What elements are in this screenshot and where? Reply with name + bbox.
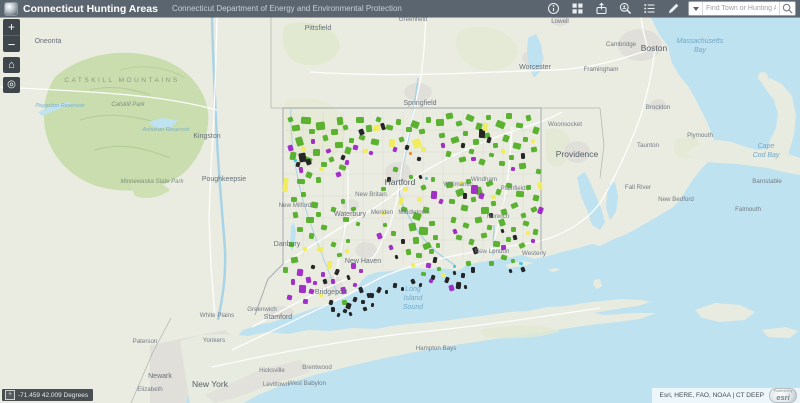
header-toolbar (546, 2, 680, 16)
layer-list-button[interactable] (642, 2, 656, 16)
search-input[interactable] (703, 3, 779, 14)
svg-text:Bay: Bay (694, 47, 707, 54)
app-subtitle: Connecticut Department of Energy and Env… (171, 4, 402, 13)
svg-text:New York: New York (192, 379, 229, 389)
svg-text:Sound: Sound (403, 304, 424, 311)
svg-text:West Babylon: West Babylon (288, 380, 327, 387)
chevron-down-icon (692, 6, 699, 11)
svg-text:Cape: Cape (758, 143, 775, 150)
svg-text:Taunton: Taunton (637, 142, 660, 149)
svg-text:Fall River: Fall River (625, 184, 651, 191)
svg-text:Greenfield: Greenfield (399, 16, 428, 23)
info-icon (547, 2, 559, 15)
svg-text:New Bedford: New Bedford (658, 196, 694, 203)
svg-text:Norwich: Norwich (487, 213, 510, 220)
search-source-dropdown[interactable] (689, 2, 703, 15)
svg-text:Minnewaska State Park: Minnewaska State Park (120, 179, 184, 185)
svg-text:Levittown: Levittown (263, 381, 290, 388)
svg-text:Long: Long (405, 286, 421, 293)
svg-text:Danbury: Danbury (274, 241, 301, 248)
svg-text:Falmouth: Falmouth (735, 206, 761, 213)
svg-text:Willimantic: Willimantic (443, 181, 473, 188)
svg-text:Poughkeepsie: Poughkeepsie (202, 176, 246, 183)
query-button[interactable] (618, 2, 632, 16)
svg-text:Worcester: Worcester (519, 64, 551, 71)
coordinate-widget[interactable]: + -71.459 42.009 Degrees (2, 389, 94, 401)
zoom-in-button[interactable]: + (3, 19, 20, 35)
svg-text:Pittsfield: Pittsfield (305, 25, 332, 32)
zoom-out-button[interactable]: − (3, 35, 20, 52)
svg-text:Brockton: Brockton (646, 104, 671, 111)
svg-text:Hicksville: Hicksville (259, 367, 285, 374)
home-extent-button[interactable]: ⌂ (3, 57, 20, 73)
svg-text:New Milford: New Milford (279, 202, 312, 209)
svg-text:Yonkers: Yonkers (203, 337, 225, 344)
query-magnifier-icon (619, 2, 631, 15)
svg-text:Greenwich: Greenwich (247, 306, 277, 313)
share-icon (595, 2, 607, 15)
svg-text:Paterson: Paterson (133, 338, 158, 345)
svg-text:Barnstable: Barnstable (752, 178, 782, 185)
svg-text:Ashokan Reservoir: Ashokan Reservoir (141, 127, 190, 133)
svg-text:Cod Bay: Cod Bay (753, 152, 780, 159)
svg-text:Plymouth: Plymouth (687, 132, 713, 139)
app-logo-icon (4, 1, 18, 16)
app-window: Oneonta Kingston Poughkeepsie Pittsfield Gre… (0, 0, 800, 403)
svg-text:Stamford: Stamford (264, 314, 293, 321)
svg-text:New Britain: New Britain (355, 191, 387, 198)
svg-text:Oneonta: Oneonta (35, 38, 62, 45)
svg-text:Woonsocket: Woonsocket (548, 121, 582, 128)
svg-text:Plainfield: Plainfield (500, 185, 526, 192)
esri-logo-text: esri (776, 392, 790, 402)
svg-text:Pepacton Reservoir: Pepacton Reservoir (35, 103, 85, 109)
svg-text:Boston: Boston (641, 43, 668, 53)
svg-text:Island: Island (404, 295, 424, 302)
svg-text:Westerly: Westerly (522, 250, 547, 257)
app-header: Connecticut Hunting Areas Connecticut De… (0, 0, 800, 17)
layer-list-icon (643, 4, 654, 13)
app-title: Connecticut Hunting Areas (23, 2, 158, 15)
basemap-grid-icon (572, 3, 582, 14)
svg-text:Waterbury: Waterbury (334, 211, 367, 218)
svg-text:Lowell: Lowell (551, 18, 569, 25)
svg-text:Providence: Providence (556, 149, 599, 159)
svg-text:Windham: Windham (471, 176, 497, 183)
map-canvas[interactable]: Oneonta Kingston Poughkeepsie Pittsfield Gre… (0, 0, 800, 403)
svg-text:Hampton Bays: Hampton Bays (416, 345, 457, 352)
pencil-icon (668, 3, 678, 14)
svg-text:Bridgeport: Bridgeport (315, 289, 347, 296)
crosshair-icon[interactable]: + (5, 390, 15, 400)
esri-logo: Powered by esri (769, 388, 797, 403)
svg-text:Cambridge: Cambridge (606, 41, 637, 48)
search-icon (782, 3, 793, 14)
svg-text:White Plains: White Plains (200, 312, 234, 319)
coordinate-readout: -71.459 42.009 Degrees (18, 391, 89, 399)
svg-text:Hartford: Hartford (385, 177, 416, 187)
attribution-text: Esri, HERE, FAO, NOAA | CT DEEP (659, 392, 764, 399)
search-submit-button[interactable] (779, 2, 795, 15)
about-button[interactable] (546, 2, 560, 16)
basemap-gallery-button[interactable] (570, 2, 584, 16)
svg-text:Middletown: Middletown (398, 209, 430, 216)
svg-text:Newark: Newark (148, 373, 172, 380)
search-widget (688, 1, 796, 16)
share-button[interactable] (594, 2, 608, 16)
svg-text:Elizabeth: Elizabeth (137, 386, 163, 393)
svg-text:Massachusetts: Massachusetts (677, 38, 724, 45)
svg-text:Catskill Park: Catskill Park (111, 102, 145, 108)
svg-text:Framingham: Framingham (584, 66, 619, 73)
svg-text:Meriden: Meriden (371, 209, 394, 216)
svg-text:Springfield: Springfield (403, 100, 436, 107)
attribution-bar: Esri, HERE, FAO, NOAA | CT DEEP Powered … (652, 388, 800, 403)
svg-text:New London: New London (475, 248, 510, 255)
my-location-button[interactable]: ◎ (3, 77, 20, 93)
svg-text:Kingston: Kingston (193, 133, 220, 140)
svg-text:Brentwood: Brentwood (302, 364, 332, 371)
svg-text:CATSKILL MOUNTAINS: CATSKILL MOUNTAINS (64, 77, 179, 84)
svg-text:New Haven: New Haven (345, 258, 381, 265)
draw-button[interactable] (666, 2, 680, 16)
